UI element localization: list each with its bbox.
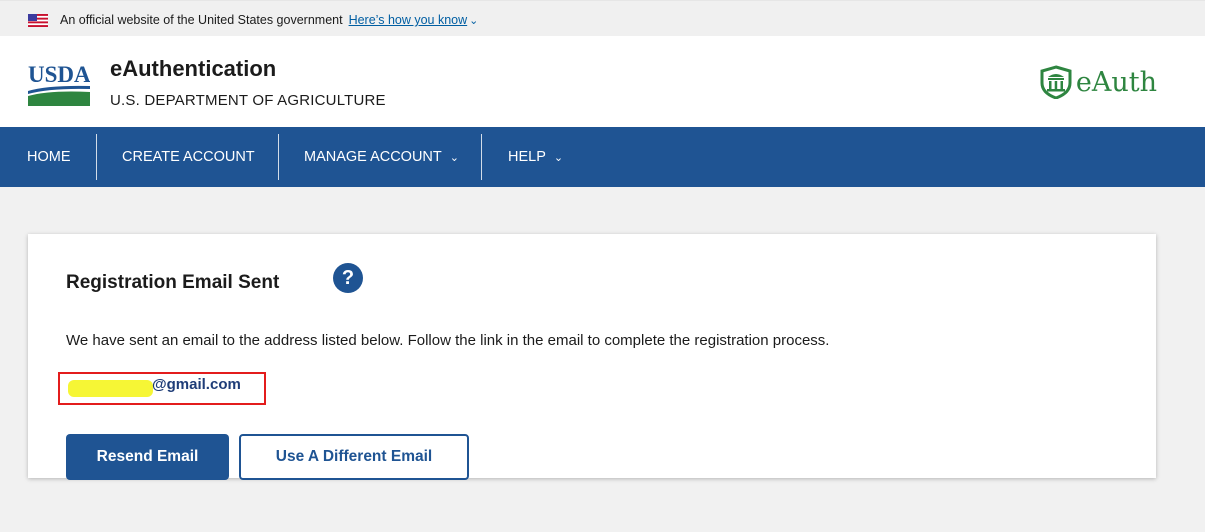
usda-logo[interactable]: USDA [28, 61, 90, 106]
main-content: Registration Email Sent ? We have sent a… [0, 187, 1205, 532]
site-title: eAuthentication [110, 56, 277, 81]
nav-manage-account-label: MANAGE ACCOUNT [304, 149, 442, 165]
svg-text:USDA: USDA [28, 62, 90, 87]
registration-card: Registration Email Sent ? We have sent a… [28, 234, 1156, 480]
nav-help[interactable]: HELP ⌄ [508, 127, 563, 187]
nav-create-account[interactable]: CREATE ACCOUNT [122, 127, 255, 187]
chevron-down-icon: ⌄ [553, 151, 564, 164]
how-you-know-link[interactable]: Here’s how you know [349, 13, 468, 27]
page-title: Registration Email Sent [66, 272, 280, 293]
help-icon[interactable]: ? [333, 263, 363, 293]
nav-divider [96, 134, 97, 180]
use-different-email-button[interactable]: Use A Different Email [239, 434, 469, 480]
nav-divider [278, 134, 279, 180]
nav-home[interactable]: HOME [27, 127, 71, 187]
gov-banner: An official website of the United States… [0, 0, 1205, 36]
chevron-down-icon: ⌄ [449, 151, 459, 164]
main-nav: HOME CREATE ACCOUNT MANAGE ACCOUNT ⌄ HEL… [0, 127, 1205, 187]
nav-home-label: HOME [27, 149, 71, 165]
capitol-shield-icon [1040, 65, 1072, 99]
registered-email: @gmail.com [152, 376, 241, 393]
email-redaction [68, 380, 153, 397]
chevron-down-icon[interactable]: ⌄ [469, 14, 478, 27]
nav-create-account-label: CREATE ACCOUNT [122, 149, 255, 165]
resend-email-button[interactable]: Resend Email [66, 434, 229, 480]
site-subtitle: U.S. DEPARTMENT OF AGRICULTURE [110, 92, 386, 109]
nav-help-label: HELP [508, 149, 546, 165]
site-header: USDA eAuthentication U.S. DEPARTMENT OF … [0, 36, 1205, 127]
nav-divider [481, 134, 482, 180]
eauth-wordmark: eAuth [1075, 66, 1157, 98]
us-flag-icon [28, 14, 48, 27]
gov-banner-text: An official website of the United States… [60, 13, 343, 27]
eauth-logo[interactable]: eAuth [1039, 64, 1157, 100]
registration-description: We have sent an email to the address lis… [66, 332, 830, 349]
nav-manage-account[interactable]: MANAGE ACCOUNT ⌄ [304, 127, 459, 187]
